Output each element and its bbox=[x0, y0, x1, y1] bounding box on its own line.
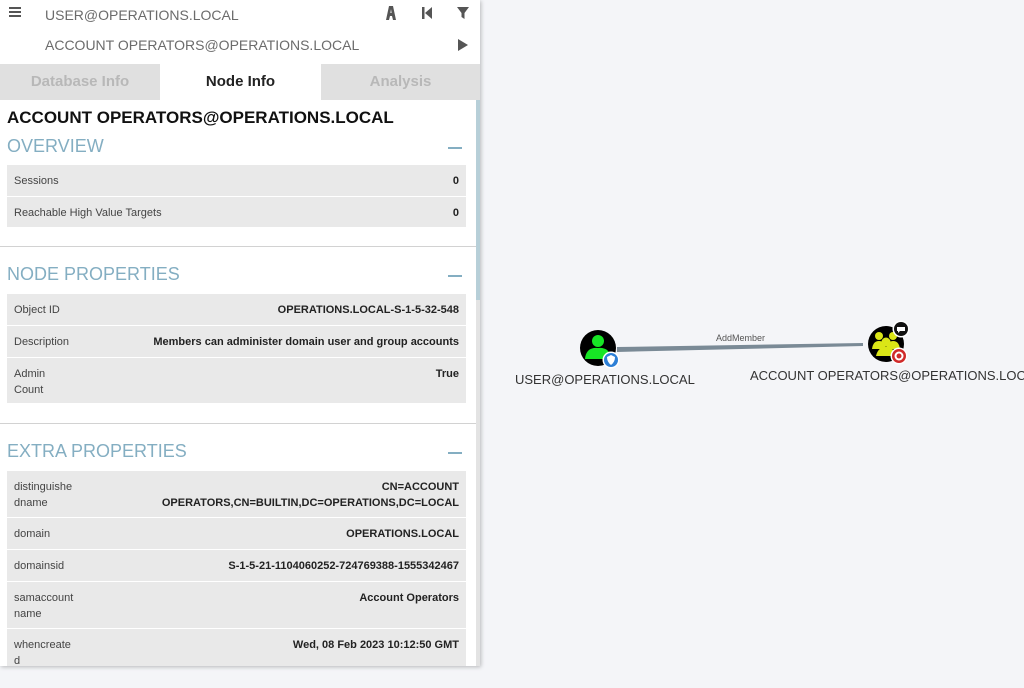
target-icon bbox=[890, 347, 908, 365]
section-divider bbox=[0, 246, 476, 247]
row-value: S-1-5-21-1104060252-724769388-1555342467 bbox=[228, 560, 459, 572]
extra-row-whencreated[interactable]: whencreated Wed, 08 Feb 2023 10:12:50 GM… bbox=[7, 629, 466, 666]
play-icon[interactable] bbox=[457, 38, 469, 56]
property-row-admin-count[interactable]: Admin Count True bbox=[7, 358, 466, 404]
property-row-object-id[interactable]: Object ID OPERATIONS.LOCAL-S-1-5-32-548 bbox=[7, 294, 466, 326]
extra-row-distinguishedname[interactable]: distinguishedname CN=ACCOUNT OPERATORS,C… bbox=[7, 471, 466, 518]
group-node[interactable] bbox=[868, 320, 910, 365]
start-node-search-row: USER@OPERATIONS.LOCAL bbox=[0, 0, 480, 32]
overview-section-header[interactable]: OVERVIEW bbox=[7, 136, 462, 160]
target-node-search-input[interactable]: ACCOUNT OPERATORS@OPERATIONS.LOCAL bbox=[45, 37, 359, 53]
user-node-label: USER@OPERATIONS.LOCAL bbox=[515, 372, 695, 387]
side-panel: USER@OPERATIONS.LOCAL ACCOUNT OPERATORS@… bbox=[0, 0, 480, 666]
tab-analysis[interactable]: Analysis bbox=[321, 64, 480, 100]
row-key: whencreated bbox=[14, 639, 71, 666]
node-properties-section-header[interactable]: NODE PROPERTIES bbox=[7, 264, 462, 288]
collapse-icon[interactable] bbox=[448, 275, 462, 277]
tab-node-info[interactable]: Node Info bbox=[160, 64, 321, 100]
extra-row-domainsid[interactable]: domainsid S-1-5-21-1104060252-724769388-… bbox=[7, 550, 466, 582]
row-value: OPERATIONS.LOCAL-S-1-5-32-548 bbox=[277, 304, 459, 316]
user-node[interactable] bbox=[580, 330, 620, 369]
property-row-description[interactable]: Description Members can administer domai… bbox=[7, 326, 466, 358]
row-value: Wed, 08 Feb 2023 10:12:50 GMT bbox=[292, 639, 459, 651]
extra-properties-section-header[interactable]: EXTRA PROPERTIES bbox=[7, 441, 462, 465]
row-key: domainsid bbox=[14, 560, 65, 572]
extra-properties-header-label: EXTRA PROPERTIES bbox=[7, 441, 187, 461]
overview-header-label: OVERVIEW bbox=[7, 136, 104, 156]
node-title: ACCOUNT OPERATORS@OPERATIONS.LOCAL bbox=[7, 108, 394, 127]
content-scrollbar[interactable] bbox=[476, 100, 480, 666]
panel-tabs: Database Info Node Info Analysis bbox=[0, 64, 480, 100]
node-info-content[interactable]: ACCOUNT OPERATORS@OPERATIONS.LOCAL OVERV… bbox=[0, 100, 476, 666]
pathfinding-icon[interactable] bbox=[383, 5, 399, 25]
target-node-search-row: ACCOUNT OPERATORS@OPERATIONS.LOCAL bbox=[0, 30, 480, 62]
overview-row-sessions[interactable]: Sessions 0 bbox=[7, 165, 466, 197]
edge-addmember[interactable] bbox=[617, 343, 863, 352]
row-value: True bbox=[435, 368, 459, 380]
row-key: distinguishedname bbox=[14, 481, 73, 509]
row-key: Object ID bbox=[14, 304, 60, 316]
graph-canvas[interactable]: AddMember USER@OPERATIONS.LOCAL ACCOUNT … bbox=[482, 0, 1024, 688]
section-divider bbox=[0, 423, 476, 424]
row-value: 0 bbox=[452, 207, 459, 219]
node-properties-header-label: NODE PROPERTIES bbox=[7, 264, 180, 284]
chat-icon bbox=[892, 320, 910, 338]
row-key: Description bbox=[14, 336, 70, 348]
graph-svg bbox=[580, 320, 910, 369]
row-value: Members can administer domain user and g… bbox=[153, 336, 459, 348]
row-value: 0 bbox=[452, 175, 459, 187]
row-key: Admin Count bbox=[14, 368, 46, 396]
shield-icon bbox=[602, 351, 620, 369]
scrollbar-thumb[interactable] bbox=[476, 100, 480, 300]
tab-database-info[interactable]: Database Info bbox=[0, 64, 160, 100]
row-value: Account Operators bbox=[359, 592, 459, 604]
row-key: samaccountname bbox=[14, 592, 74, 620]
overview-row-reachable-hvt[interactable]: Reachable High Value Targets 0 bbox=[7, 197, 466, 228]
back-icon[interactable] bbox=[420, 5, 434, 25]
row-value: OPERATIONS.LOCAL bbox=[346, 528, 459, 540]
row-key: domain bbox=[14, 528, 51, 540]
menu-icon[interactable] bbox=[9, 5, 21, 19]
start-node-search-input[interactable]: USER@OPERATIONS.LOCAL bbox=[45, 7, 239, 23]
collapse-icon[interactable] bbox=[448, 147, 462, 149]
group-node-label: ACCOUNT OPERATORS@OPERATIONS.LOCAL bbox=[750, 368, 1024, 383]
extra-row-domain[interactable]: domain OPERATIONS.LOCAL bbox=[7, 518, 466, 550]
filter-icon[interactable] bbox=[456, 5, 470, 25]
row-value: CN=ACCOUNT OPERATORS,CN=BUILTIN,DC=OPERA… bbox=[161, 481, 459, 509]
collapse-icon[interactable] bbox=[448, 452, 462, 454]
edge-label: AddMember bbox=[716, 333, 766, 343]
extra-row-samaccountname[interactable]: samaccountname Account Operators bbox=[7, 582, 466, 629]
